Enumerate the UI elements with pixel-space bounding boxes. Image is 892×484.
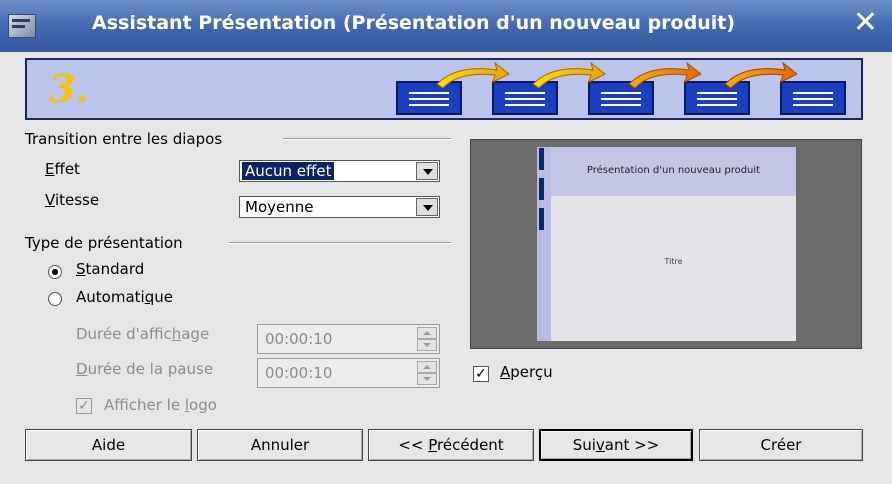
speed-value: Moyenne [245,198,314,216]
display-duration-label: Durée d'affichage [76,325,210,343]
chevron-down-icon[interactable] [416,162,438,180]
automatic-radio[interactable] [48,292,62,306]
transition-section-label: Transition entre les diapos [25,130,223,148]
presentation-type-separator [229,242,451,244]
presentation-type-section-label: Type de présentation [25,234,183,252]
display-duration-spinner[interactable]: 00:00:10 [257,324,440,354]
spin-up-icon[interactable] [417,327,437,339]
spin-up-icon[interactable] [417,361,437,373]
slide-preview: Présentation d'un nouveau produit Titre [470,139,862,349]
effect-label: Effet [45,160,80,178]
cancel-button[interactable]: Annuler [197,429,363,461]
slide-subtitle: Titre [664,257,683,266]
slide-marker [539,178,544,200]
close-icon[interactable]: ✕ [853,6,878,40]
speed-dropdown[interactable]: Moyenne [239,196,440,218]
next-button[interactable]: Suivant >> [539,429,693,461]
previous-button[interactable]: << Précédent [368,429,534,461]
show-logo-label[interactable]: Afficher le logo [104,396,217,414]
show-logo-checkbox[interactable]: ✓ [76,398,92,414]
pause-duration-spinner[interactable]: 00:00:10 [257,358,440,388]
automatic-label[interactable]: Automatique [76,288,173,306]
wizard-banner: 3. [25,58,863,120]
display-duration-value: 00:00:10 [265,330,333,348]
slide-thumbnail: Présentation d'un nouveau produit Titre [551,147,796,341]
spin-down-icon[interactable] [417,339,437,351]
effect-label-text: ffet [54,160,80,178]
title-bar: Assistant Présentation (Présentation d'u… [0,0,892,52]
create-button[interactable]: Créer [699,429,863,461]
slide-marker [539,208,544,230]
chevron-down-icon[interactable] [416,198,438,216]
transition-separator [283,138,451,140]
slide-marker [539,148,544,170]
slide-title: Présentation d'un nouveau produit [586,165,761,176]
pause-duration-label: Durée de la pause [76,360,214,378]
spin-down-icon[interactable] [417,373,437,385]
standard-label[interactable]: Standard [76,260,144,278]
slides-sequence-icon [396,61,846,115]
window-title: Assistant Présentation (Présentation d'u… [92,12,736,34]
app-icon[interactable] [8,14,36,38]
pause-duration-value: 00:00:10 [265,364,333,382]
effect-dropdown[interactable]: Aucun effet [239,160,440,182]
speed-label: Vitesse [45,191,100,209]
help-button[interactable]: Aide [25,429,192,461]
preview-label[interactable]: Aperçu [500,363,553,381]
preview-checkbox[interactable]: ✓ [473,366,489,382]
standard-radio[interactable] [48,265,62,279]
effect-value: Aucun effet [242,162,335,180]
